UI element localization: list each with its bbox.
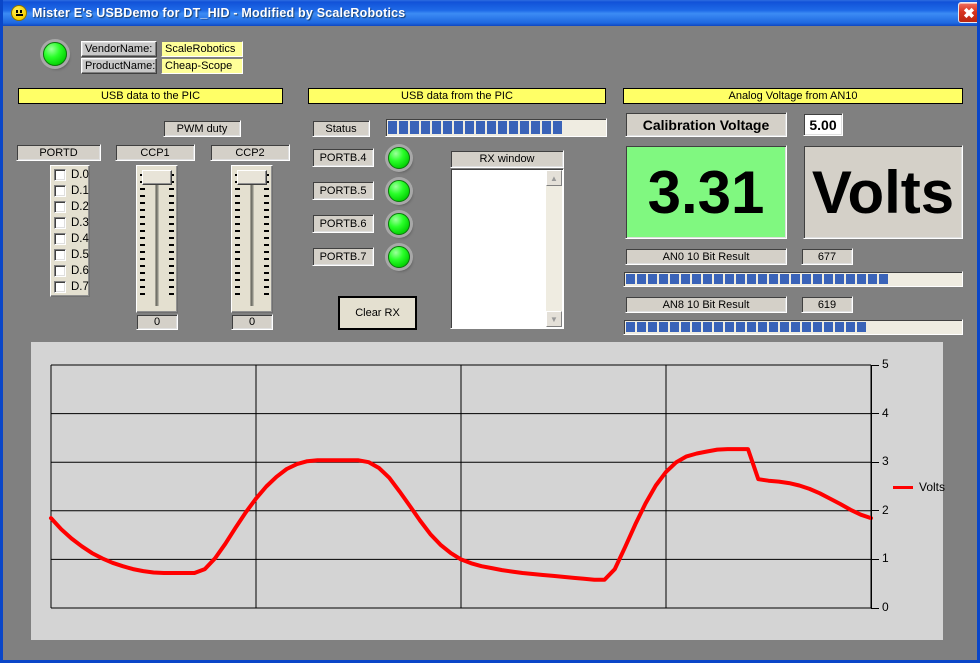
calibration-voltage-label: Calibration Voltage xyxy=(625,112,787,137)
portb-label-2[interactable]: PORTB.6 xyxy=(312,214,374,233)
portd-checkbox-3[interactable] xyxy=(54,217,66,229)
voltage-units-label: Volts xyxy=(803,145,963,239)
portd-bit-label-4: D.4 xyxy=(71,233,89,245)
rx-scrollbar[interactable]: ▲ ▼ xyxy=(546,170,562,327)
portd-checkbox-6[interactable] xyxy=(54,265,66,277)
portd-checkbox-7[interactable] xyxy=(54,281,66,293)
status-label: Status xyxy=(312,120,370,137)
chart-y-axis-line xyxy=(871,365,872,608)
rx-window[interactable]: ▲ ▼ xyxy=(450,168,564,329)
chart-y-tick-label-1: 1 xyxy=(882,551,889,565)
ccp1-slider[interactable] xyxy=(136,165,178,313)
portb-label-0[interactable]: PORTB.4 xyxy=(312,148,374,167)
portd-label: PORTD xyxy=(16,144,101,161)
portd-bit-4[interactable]: D.4 xyxy=(54,233,89,245)
chart-y-tick-mark-3 xyxy=(871,462,879,463)
portd-bit-6[interactable]: D.6 xyxy=(54,265,89,277)
an8-result-label: AN8 10 Bit Result xyxy=(625,296,787,313)
portd-bit-label-2: D.2 xyxy=(71,201,89,213)
portd-checkbox-5[interactable] xyxy=(54,249,66,261)
portd-bit-2[interactable]: D.2 xyxy=(54,201,89,213)
portd-checkbox-2[interactable] xyxy=(54,201,66,213)
ccp2-label: CCP2 xyxy=(210,144,290,161)
chart-y-tick-label-2: 2 xyxy=(882,503,889,517)
portd-checkbox-4[interactable] xyxy=(54,233,66,245)
ccp2-value: 0 xyxy=(231,314,273,330)
smiley-face-icon xyxy=(11,5,27,21)
portb-led-3 xyxy=(388,246,410,268)
chevron-up-icon[interactable]: ▲ xyxy=(546,170,562,186)
chart-y-tick-mark-2 xyxy=(871,510,879,511)
an8-progress-bar xyxy=(623,319,963,335)
vendor-name-label: VendorName: xyxy=(81,41,157,57)
portd-checkbox-0[interactable] xyxy=(54,169,66,181)
ccp1-label: CCP1 xyxy=(115,144,195,161)
chart-y-tick-mark-0 xyxy=(871,608,879,609)
product-name-label: ProductName: xyxy=(81,58,157,74)
portd-bit-7[interactable]: D.7 xyxy=(54,281,89,293)
portd-bit-label-3: D.3 xyxy=(71,217,89,229)
chart-y-tick-label-5: 5 xyxy=(882,357,889,371)
portd-bit-label-0: D.0 xyxy=(71,169,89,181)
application-window: Mister E's USBDemo for DT_HID - Modified… xyxy=(0,0,980,663)
chart-y-tick-label-0: 0 xyxy=(882,600,889,614)
clear-rx-button[interactable]: Clear RX xyxy=(338,296,417,330)
close-icon[interactable]: ✖ xyxy=(958,2,980,23)
an0-progress-bar xyxy=(623,271,963,287)
portd-bit-label-7: D.7 xyxy=(71,281,89,293)
portb-label-3[interactable]: PORTB.7 xyxy=(312,247,374,266)
chart-y-tick-label-4: 4 xyxy=(882,406,889,420)
rx-panel-title: USB data from the PIC xyxy=(308,88,606,104)
title-bar: Mister E's USBDemo for DT_HID - Modified… xyxy=(3,0,980,26)
an8-result-value: 619 xyxy=(801,296,853,313)
portb-label-1[interactable]: PORTB.5 xyxy=(312,181,374,200)
analog-panel-title: Analog Voltage from AN10 xyxy=(623,88,963,104)
ccp2-slider-thumb[interactable] xyxy=(237,170,267,185)
an0-result-value: 677 xyxy=(801,248,853,265)
portd-bit-0[interactable]: D.0 xyxy=(54,169,89,181)
chart-y-tick-mark-5 xyxy=(871,365,879,366)
calibration-voltage-input[interactable]: 5.00 xyxy=(803,113,843,136)
chart-legend: Volts xyxy=(893,480,945,494)
portb-led-1 xyxy=(388,180,410,202)
portd-checkbox-1[interactable] xyxy=(54,185,66,197)
chevron-down-icon[interactable]: ▼ xyxy=(546,311,562,327)
connection-led xyxy=(43,42,67,66)
pwm-duty-label: PWM duty xyxy=(163,120,241,137)
rx-window-title: RX window xyxy=(450,150,564,168)
ccp1-value: 0 xyxy=(136,314,178,330)
chart-y-tick-mark-4 xyxy=(871,413,879,414)
portb-led-0 xyxy=(388,147,410,169)
portb-led-2 xyxy=(388,213,410,235)
an0-result-label: AN0 10 Bit Result xyxy=(625,248,787,265)
ccp2-slider[interactable] xyxy=(231,165,273,313)
vendor-name-value: ScaleRobotics xyxy=(161,41,243,57)
window-title: Mister E's USBDemo for DT_HID - Modified… xyxy=(32,6,405,20)
chart-y-tick-mark-1 xyxy=(871,559,879,560)
product-name-value: Cheap-Scope xyxy=(161,58,243,74)
voltage-readout: 3.31 xyxy=(625,145,787,239)
legend-label-volts: Volts xyxy=(919,480,945,494)
chart-line-svg xyxy=(51,365,871,608)
scope-chart-panel: 0 1 2 3 4 5 Volts xyxy=(31,342,943,640)
legend-swatch-volts xyxy=(893,486,913,489)
portd-bit-3[interactable]: D.3 xyxy=(54,217,89,229)
ccp1-slider-thumb[interactable] xyxy=(142,170,172,185)
tx-panel-title: USB data to the PIC xyxy=(18,88,283,104)
status-progress-bar xyxy=(385,118,607,137)
portd-bit-5[interactable]: D.5 xyxy=(54,249,89,261)
portd-bit-label-1: D.1 xyxy=(71,185,89,197)
chart-plot-area xyxy=(51,365,871,608)
portd-bit-1[interactable]: D.1 xyxy=(54,185,89,197)
chart-y-tick-label-3: 3 xyxy=(882,454,889,468)
portd-bit-label-5: D.5 xyxy=(71,249,89,261)
portd-bit-label-6: D.6 xyxy=(71,265,89,277)
